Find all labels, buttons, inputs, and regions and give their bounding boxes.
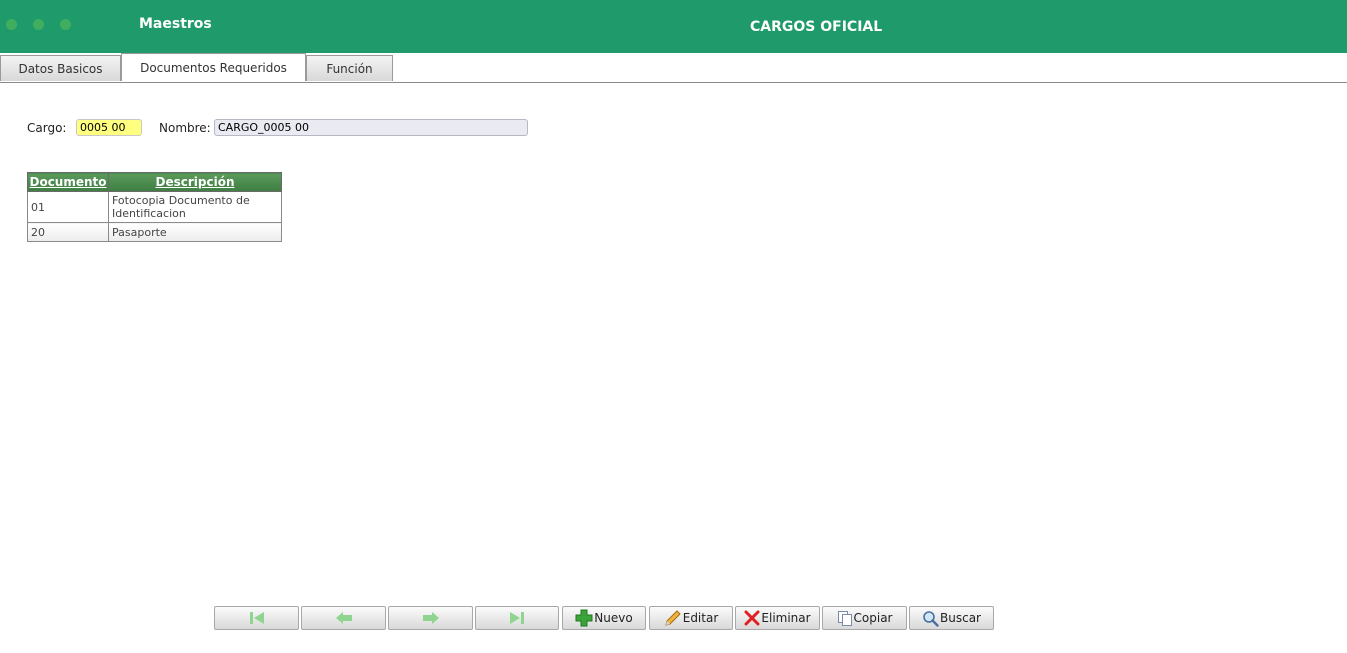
delete-x-icon bbox=[744, 610, 760, 626]
buscar-label: Buscar bbox=[940, 611, 981, 625]
tab-bar: Datos Basicos Documentos Requeridos Func… bbox=[0, 53, 1347, 83]
last-record-icon bbox=[510, 612, 524, 624]
arrow-right-icon bbox=[422, 612, 439, 624]
buscar-button[interactable]: Buscar bbox=[909, 606, 994, 630]
table-row[interactable]: 01 Fotocopia Documento de Identificacion bbox=[27, 191, 282, 223]
nombre-label: Nombre: bbox=[159, 121, 211, 135]
window-dots bbox=[6, 19, 71, 30]
cell-descripcion: Pasaporte bbox=[108, 222, 282, 242]
first-record-button[interactable] bbox=[214, 606, 299, 630]
previous-record-button[interactable] bbox=[301, 606, 386, 630]
table-row[interactable]: 20 Pasaporte bbox=[27, 222, 282, 242]
dot-icon bbox=[33, 19, 44, 30]
cargo-field[interactable]: 0005 00 bbox=[76, 119, 142, 136]
cell-documento: 01 bbox=[27, 191, 109, 223]
arrow-left-icon bbox=[335, 612, 352, 624]
app-header: Maestros CARGOS OFICIAL bbox=[0, 0, 1347, 53]
eliminar-button[interactable]: Eliminar bbox=[735, 606, 820, 630]
nombre-field[interactable]: CARGO_0005 00 bbox=[214, 119, 528, 136]
eliminar-label: Eliminar bbox=[761, 611, 811, 625]
nuevo-button[interactable]: Nuevo bbox=[562, 606, 646, 630]
copiar-button[interactable]: Copiar bbox=[822, 606, 907, 630]
app-title: Maestros bbox=[139, 16, 212, 32]
cell-documento: 20 bbox=[27, 222, 109, 242]
editar-button[interactable]: Editar bbox=[649, 606, 733, 630]
cell-descripcion: Fotocopia Documento de Identificacion bbox=[108, 191, 282, 223]
column-header-documento[interactable]: Documento bbox=[27, 172, 109, 192]
last-record-button[interactable] bbox=[475, 606, 559, 630]
tab-documentos-requeridos[interactable]: Documentos Requeridos bbox=[121, 53, 306, 81]
editar-label: Editar bbox=[682, 611, 719, 625]
first-record-icon bbox=[249, 612, 264, 624]
plus-icon bbox=[575, 609, 593, 627]
documents-table: Documento Descripción 01 Fotocopia Docum… bbox=[27, 172, 282, 242]
copiar-label: Copiar bbox=[853, 611, 893, 625]
next-record-button[interactable] bbox=[388, 606, 473, 630]
nuevo-label: Nuevo bbox=[594, 611, 633, 625]
tab-datos-basicos[interactable]: Datos Basicos bbox=[0, 55, 121, 81]
pencil-icon bbox=[665, 610, 681, 626]
table-header-row: Documento Descripción bbox=[27, 172, 282, 192]
column-header-descripcion[interactable]: Descripción bbox=[108, 172, 282, 192]
copy-icon bbox=[837, 611, 852, 626]
page-title: CARGOS OFICIAL bbox=[750, 19, 883, 35]
search-icon bbox=[923, 610, 939, 627]
cargo-label: Cargo: bbox=[27, 121, 67, 135]
tab-funcion[interactable]: Función bbox=[306, 55, 393, 81]
dot-icon bbox=[60, 19, 71, 30]
dot-icon bbox=[6, 19, 17, 30]
